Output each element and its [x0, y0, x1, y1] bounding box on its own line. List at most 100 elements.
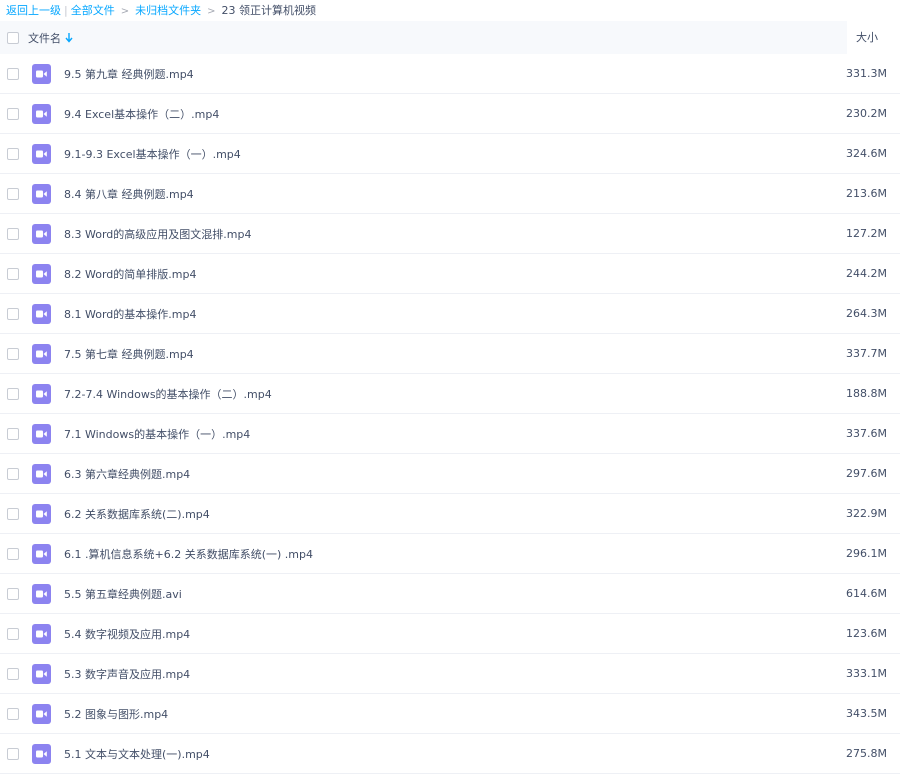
row-checkbox[interactable]	[7, 227, 19, 240]
video-file-icon	[32, 583, 51, 604]
file-row[interactable]: 6.1 .算机信息系统+6.2 关系数据库系统(一) .mp4 296.1M	[0, 534, 900, 574]
video-file-icon	[32, 343, 51, 364]
file-name[interactable]: 6.2 关系数据库系统(二).mp4	[64, 506, 210, 522]
row-checkbox[interactable]	[7, 107, 19, 120]
file-name[interactable]: 5.4 数字视频及应用.mp4	[64, 626, 190, 642]
file-name[interactable]: 5.1 文本与文本处理(一).mp4	[64, 746, 210, 762]
row-checkbox[interactable]	[7, 707, 19, 720]
video-file-icon	[32, 303, 51, 324]
file-size: 275.8M	[846, 747, 887, 760]
file-size: 244.2M	[846, 267, 887, 280]
file-name[interactable]: 7.2-7.4 Windows的基本操作（二）.mp4	[64, 386, 272, 402]
row-checkbox[interactable]	[7, 467, 19, 480]
row-checkbox[interactable]	[7, 67, 19, 80]
file-row[interactable]: 5.2 图象与图形.mp4 343.5M	[0, 694, 900, 734]
breadcrumb: 返回上一级 | 全部文件 > 未归档文件夹 >23 领正计算机视频	[0, 0, 900, 21]
file-size: 230.2M	[846, 107, 887, 120]
file-row[interactable]: 7.5 第七章 经典例题.mp4 337.7M	[0, 334, 900, 374]
file-row[interactable]: 5.5 第五章经典例题.avi 614.6M	[0, 574, 900, 614]
size-column-header[interactable]: 大小	[856, 21, 878, 54]
file-row[interactable]: 9.1-9.3 Excel基本操作（一）.mp4 324.6M	[0, 134, 900, 174]
video-file-icon	[32, 143, 51, 164]
file-name[interactable]: 7.1 Windows的基本操作（一）.mp4	[64, 426, 250, 442]
video-file-icon	[32, 543, 51, 564]
file-size: 127.2M	[846, 227, 887, 240]
file-name[interactable]: 8.3 Word的高级应用及图文混排.mp4	[64, 226, 251, 242]
file-size: 343.5M	[846, 707, 887, 720]
file-name[interactable]: 5.5 第五章经典例题.avi	[64, 586, 182, 602]
file-row[interactable]: 8.2 Word的简单排版.mp4 244.2M	[0, 254, 900, 294]
file-name[interactable]: 5.3 数字声音及应用.mp4	[64, 666, 190, 682]
file-row[interactable]: 9.4 Excel基本操作（二）.mp4 230.2M	[0, 94, 900, 134]
video-file-icon	[32, 183, 51, 204]
file-size: 331.3M	[846, 67, 887, 80]
file-size: 614.6M	[846, 587, 887, 600]
row-checkbox[interactable]	[7, 627, 19, 640]
video-file-icon	[32, 223, 51, 244]
row-checkbox[interactable]	[7, 307, 19, 320]
video-file-icon	[32, 423, 51, 444]
row-checkbox[interactable]	[7, 187, 19, 200]
video-file-icon	[32, 103, 51, 124]
file-list: 9.5 第九章 经典例题.mp4 331.3M 9.4 Excel基本操作（二）.m…	[0, 54, 900, 774]
arrow-down-icon	[65, 32, 73, 43]
row-checkbox[interactable]	[7, 267, 19, 280]
all-files-link[interactable]: 全部文件	[71, 4, 115, 17]
file-name[interactable]: 8.2 Word的简单排版.mp4	[64, 266, 196, 282]
video-file-icon	[32, 383, 51, 404]
video-file-icon	[32, 263, 51, 284]
chevron-right-icon: >	[120, 6, 130, 17]
row-checkbox[interactable]	[7, 547, 19, 560]
file-row[interactable]: 5.1 文本与文本处理(一).mp4 275.8M	[0, 734, 900, 774]
file-name[interactable]: 8.1 Word的基本操作.mp4	[64, 306, 196, 322]
file-size: 123.6M	[846, 627, 887, 640]
file-name[interactable]: 8.4 第八章 经典例题.mp4	[64, 186, 194, 202]
row-checkbox[interactable]	[7, 587, 19, 600]
file-row[interactable]: 7.2-7.4 Windows的基本操作（二）.mp4 188.8M	[0, 374, 900, 414]
file-size: 297.6M	[846, 467, 887, 480]
folder-link[interactable]: 未归档文件夹	[135, 4, 201, 17]
file-name[interactable]: 9.5 第九章 经典例题.mp4	[64, 66, 194, 82]
row-checkbox[interactable]	[7, 387, 19, 400]
name-column-label: 文件名	[28, 31, 61, 45]
row-checkbox[interactable]	[7, 147, 19, 160]
video-file-icon	[32, 743, 51, 764]
video-file-icon	[32, 63, 51, 84]
file-row[interactable]: 5.3 数字声音及应用.mp4 333.1M	[0, 654, 900, 694]
file-size: 324.6M	[846, 147, 887, 160]
file-row[interactable]: 6.2 关系数据库系统(二).mp4 322.9M	[0, 494, 900, 534]
file-size: 337.7M	[846, 347, 887, 360]
row-checkbox[interactable]	[7, 427, 19, 440]
back-link[interactable]: 返回上一级	[6, 4, 61, 17]
current-folder: 23 领正计算机视频	[221, 4, 317, 17]
video-file-icon	[32, 703, 51, 724]
file-size: 322.9M	[846, 507, 887, 520]
video-file-icon	[32, 503, 51, 524]
file-size: 337.6M	[846, 427, 887, 440]
row-checkbox[interactable]	[7, 747, 19, 760]
file-row[interactable]: 9.5 第九章 经典例题.mp4 331.3M	[0, 54, 900, 94]
file-row[interactable]: 8.3 Word的高级应用及图文混排.mp4 127.2M	[0, 214, 900, 254]
file-size: 296.1M	[846, 547, 887, 560]
file-row[interactable]: 7.1 Windows的基本操作（一）.mp4 337.6M	[0, 414, 900, 454]
file-size: 264.3M	[846, 307, 887, 320]
row-checkbox[interactable]	[7, 347, 19, 360]
file-name[interactable]: 6.1 .算机信息系统+6.2 关系数据库系统(一) .mp4	[64, 546, 313, 562]
file-row[interactable]: 5.4 数字视频及应用.mp4 123.6M	[0, 614, 900, 654]
file-row[interactable]: 8.1 Word的基本操作.mp4 264.3M	[0, 294, 900, 334]
name-column-header[interactable]: 文件名	[28, 30, 73, 46]
file-name[interactable]: 5.2 图象与图形.mp4	[64, 706, 168, 722]
video-file-icon	[32, 623, 51, 644]
video-file-icon	[32, 463, 51, 484]
select-all-checkbox[interactable]	[7, 31, 19, 44]
file-name[interactable]: 6.3 第六章经典例题.mp4	[64, 466, 190, 482]
file-name[interactable]: 7.5 第七章 经典例题.mp4	[64, 346, 194, 362]
row-checkbox[interactable]	[7, 667, 19, 680]
file-row[interactable]: 8.4 第八章 经典例题.mp4 213.6M	[0, 174, 900, 214]
file-name[interactable]: 9.4 Excel基本操作（二）.mp4	[64, 106, 219, 122]
file-row[interactable]: 6.3 第六章经典例题.mp4 297.6M	[0, 454, 900, 494]
file-name[interactable]: 9.1-9.3 Excel基本操作（一）.mp4	[64, 146, 241, 162]
breadcrumb-divider: |	[64, 4, 68, 17]
file-list-header: 文件名 大小	[0, 21, 900, 54]
row-checkbox[interactable]	[7, 507, 19, 520]
